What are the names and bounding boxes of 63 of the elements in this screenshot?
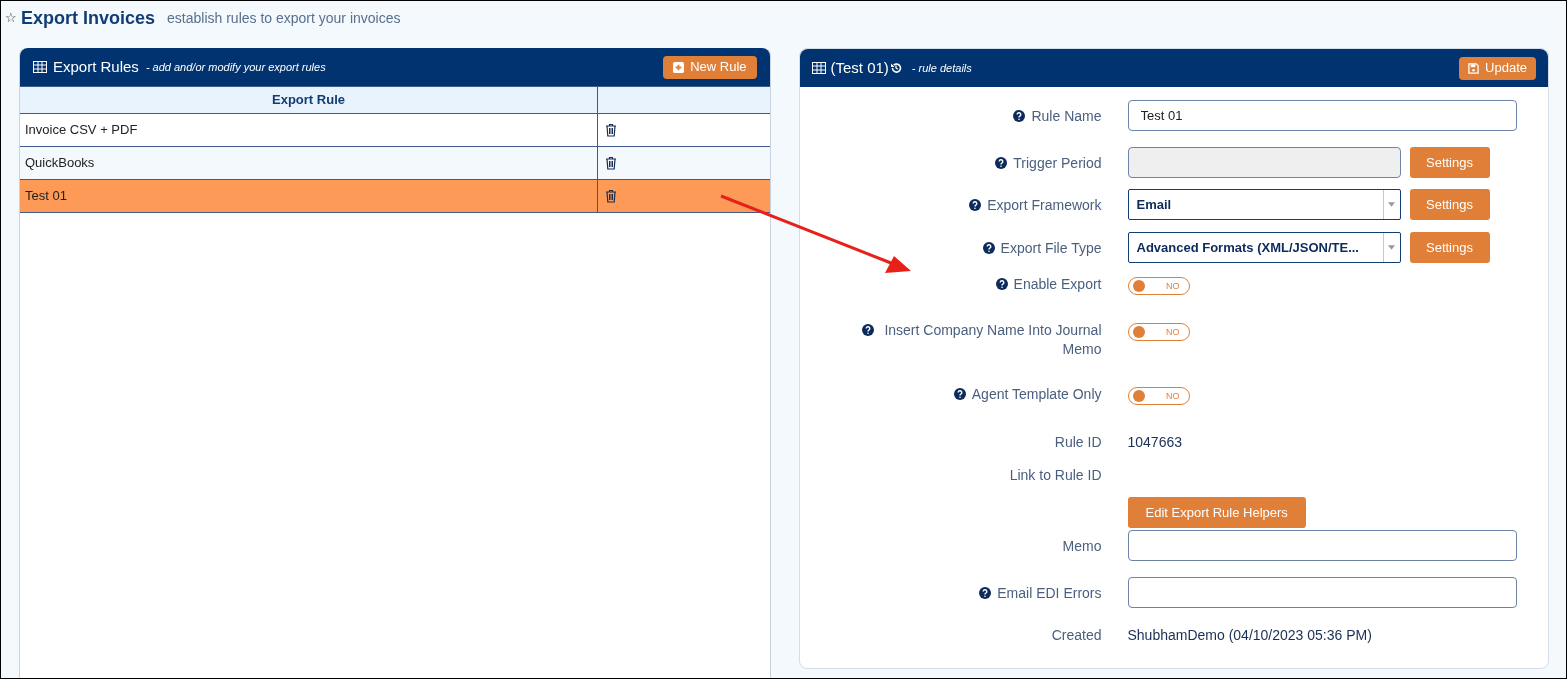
help-icon[interactable]	[1013, 110, 1026, 122]
field-label: Created	[1051, 626, 1102, 645]
field-label: Trigger Period	[1013, 154, 1102, 173]
plus-icon	[673, 61, 685, 73]
new-rule-button[interactable]: New Rule	[663, 55, 757, 79]
update-button[interactable]: Update	[1459, 56, 1536, 80]
text-field[interactable]	[1127, 530, 1517, 561]
toggle-switch[interactable]: NO	[1127, 277, 1190, 295]
field-label: Link to Rule ID	[1009, 466, 1102, 485]
field-value: 1047663	[1127, 433, 1182, 452]
rule-name: Test 01	[25, 187, 67, 206]
dropdown[interactable]: Advanced Formats (XML/JSON/TE...	[1127, 232, 1401, 263]
field-label: Enable Export	[1013, 275, 1102, 294]
field-label: Export File Type	[1000, 239, 1102, 258]
toggle-state: NO	[1166, 281, 1180, 291]
column-header: Export Rule	[20, 87, 598, 113]
help-icon[interactable]	[979, 587, 992, 599]
trash-icon[interactable]	[605, 156, 617, 170]
caret-icon	[1388, 202, 1395, 207]
panel-subtitle: - rule details	[911, 60, 972, 76]
page-subtitle: establish rules to export your invoices	[167, 8, 401, 28]
field-label: Email EDI Errors	[997, 584, 1102, 603]
panel-subtitle: - add and/or modify your export rules	[145, 59, 326, 75]
settings-button[interactable]: Settings	[1409, 189, 1490, 220]
help-icon[interactable]	[953, 388, 966, 400]
panel-title: Export Rules	[53, 56, 139, 77]
page-title: Export Invoices	[21, 6, 156, 30]
toggle-state: NO	[1166, 327, 1180, 337]
trash-icon[interactable]	[605, 123, 617, 137]
text-field[interactable]	[1127, 577, 1517, 608]
table-row[interactable]: QuickBooks	[20, 147, 770, 180]
edit-helpers-button[interactable]: Edit Export Rule Helpers	[1127, 497, 1306, 528]
toggle-switch[interactable]: NO	[1127, 323, 1190, 341]
text-field[interactable]: Test 01	[1127, 100, 1517, 131]
caret-icon	[1388, 245, 1395, 250]
panel-title: (Test 01)	[830, 57, 889, 78]
help-icon[interactable]	[861, 324, 874, 336]
table-icon	[33, 61, 47, 73]
rule-name: Invoice CSV + PDF	[25, 121, 138, 140]
table-row[interactable]: Test 01	[20, 180, 770, 213]
save-icon	[1468, 62, 1480, 74]
table-row[interactable]: Invoice CSV + PDF	[20, 114, 770, 147]
field-label: Memo	[1062, 537, 1102, 556]
field-label: Agent Template Only	[971, 385, 1102, 404]
field-label: Rule ID	[1054, 433, 1102, 452]
toggle-state: NO	[1166, 391, 1180, 401]
help-icon[interactable]	[982, 242, 995, 254]
help-icon[interactable]	[995, 157, 1008, 169]
table-icon	[811, 62, 826, 74]
help-icon[interactable]	[995, 278, 1008, 290]
field-label: Rule Name	[1031, 107, 1102, 126]
toggle-switch[interactable]: NO	[1127, 387, 1190, 405]
history-icon[interactable]	[889, 62, 902, 74]
star-icon[interactable]: ☆	[5, 8, 17, 28]
dropdown[interactable]: Email	[1127, 189, 1401, 220]
trash-icon[interactable]	[605, 189, 617, 203]
help-icon[interactable]	[969, 199, 982, 211]
settings-button[interactable]: Settings	[1409, 147, 1490, 178]
settings-button[interactable]: Settings	[1409, 232, 1490, 263]
rule-name: QuickBooks	[25, 154, 95, 173]
field-label: Insert Company Name Into Journal Memo	[883, 321, 1102, 359]
field-label: Export Framework	[987, 196, 1102, 215]
field-value: ShubhamDemo (04/10/2023 05:36 PM)	[1127, 626, 1372, 645]
